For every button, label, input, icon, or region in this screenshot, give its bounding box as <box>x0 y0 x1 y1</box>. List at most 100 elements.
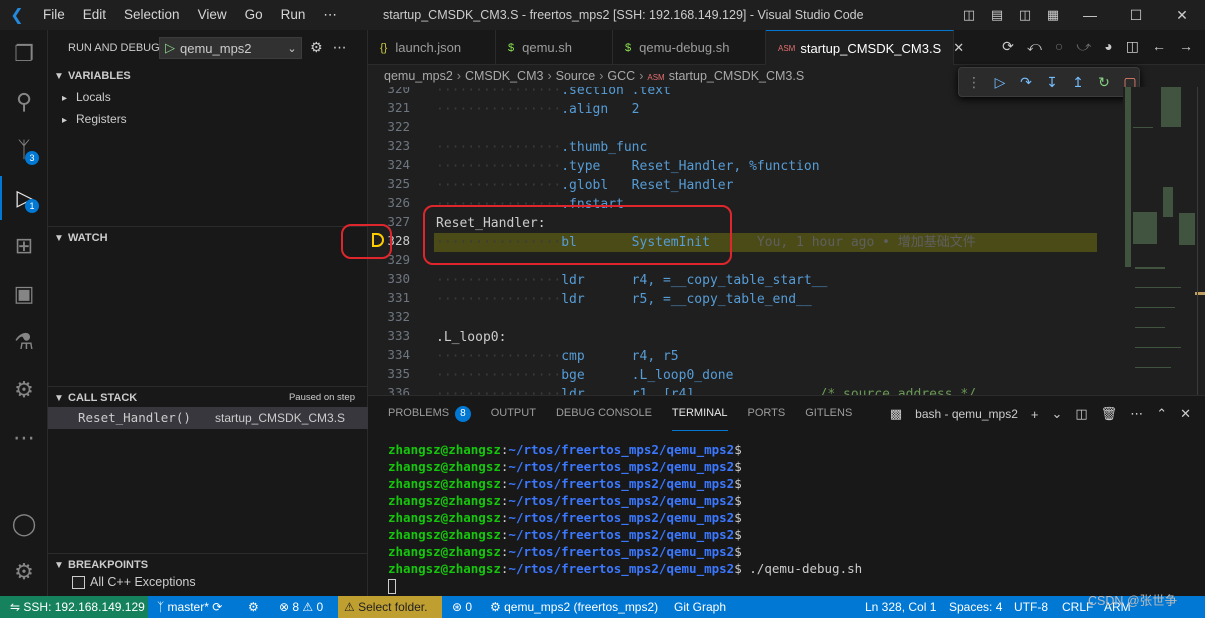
split-terminal-icon[interactable]: ◫ <box>1075 406 1087 422</box>
breadcrumb-item[interactable]: CMSDK_CM3 <box>465 69 544 83</box>
tab-launch-json[interactable]: {} launch.json <box>368 30 496 65</box>
tab-output[interactable]: OUTPUT <box>491 396 536 431</box>
menu-file[interactable]: File <box>34 0 74 30</box>
breadcrumb-item[interactable]: qemu_mps2 <box>384 69 453 83</box>
callstack-section-header[interactable]: ▼ CALL STACK Paused on step <box>48 386 368 408</box>
toggle-secondary-sidebar-icon[interactable]: ◫ <box>1011 7 1039 23</box>
debug-config-status[interactable]: ⚙ qemu_mps2 (freertos_mps2) <box>490 596 658 618</box>
search-icon[interactable]: ⚲ <box>0 80 48 124</box>
debug-config-select[interactable]: ▷ qemu_mps2 ⌄ <box>159 37 302 59</box>
new-terminal-icon[interactable]: + <box>1031 407 1039 422</box>
select-folder-status[interactable]: ⚠ Select folder. <box>338 596 442 618</box>
minimap[interactable] <box>1123 87 1205 395</box>
step-over-icon[interactable]: ↷ <box>1017 74 1035 91</box>
terminal-output[interactable]: zhangsz@zhangsz:~/rtos/freertos_mps2/qem… <box>388 441 862 594</box>
ports-status[interactable]: ⊛ 0 <box>452 596 472 618</box>
breadcrumb-item[interactable]: GCC <box>607 69 635 83</box>
start-debugging-icon[interactable]: ▷ <box>160 40 180 56</box>
menu-view[interactable]: View <box>189 0 236 30</box>
callstack-frame[interactable]: Reset_Handler() startup_CMSDK_CM3.S <box>48 407 368 429</box>
breakpoints-section-header[interactable]: ▼ BREAKPOINTS <box>48 553 368 575</box>
kill-terminal-trash-icon[interactable]: 🗑 <box>1101 406 1118 422</box>
timeline-history-icon[interactable]: ⟳ <box>1002 38 1014 55</box>
json-file-icon: {} <box>380 41 388 54</box>
containers-icon[interactable]: ⚙ <box>0 368 48 412</box>
explorer-icon[interactable]: ❐ <box>0 32 48 76</box>
line-number: 332 <box>387 309 410 324</box>
more-actions-icon[interactable]: ⋯ <box>1130 406 1143 422</box>
navigate-back-icon[interactable]: ← <box>1152 38 1166 55</box>
minimize-button[interactable]: — <box>1067 7 1113 23</box>
navigate-forward-icon[interactable]: → <box>1179 38 1193 55</box>
tree-item-registers[interactable]: ▸ Registers <box>62 112 127 126</box>
source-control-icon[interactable]: ᛉ3 <box>0 128 48 172</box>
tab-debug-console[interactable]: DEBUG CONSOLE <box>556 396 652 431</box>
menu-run[interactable]: Run <box>272 0 315 30</box>
tab-startup-cmsdk[interactable]: ASM startup_CMSDK_CM3.S ✕ <box>766 30 964 65</box>
close-panel-icon[interactable]: ✕ <box>1180 406 1191 422</box>
debug-attach-icon[interactable]: ⚙ <box>248 596 259 618</box>
menu-selection[interactable]: Selection <box>115 0 189 30</box>
breadcrumb-item[interactable]: startup_CMSDK_CM3.S <box>669 69 804 83</box>
open-launch-json-gear-icon[interactable]: ⚙ <box>310 39 323 56</box>
more-views-icon[interactable]: ⋯ <box>0 416 48 460</box>
tab-qemu-sh[interactable]: $ qemu.sh <box>496 30 613 65</box>
gitlens-icon[interactable]: ◕ <box>1104 38 1112 55</box>
tab-terminal[interactable]: TERMINAL <box>671 396 728 431</box>
manage-gear-icon[interactable]: ⚙ <box>0 550 48 594</box>
warning-icon: ⚠ <box>302 600 317 614</box>
indentation[interactable]: Spaces: 4 <box>949 596 1002 618</box>
accounts-icon[interactable]: ◯ <box>0 502 48 546</box>
drag-handle-icon[interactable]: ⋮ <box>965 74 983 91</box>
variables-section-header[interactable]: ▼ VARIABLES <box>48 65 368 87</box>
menu-more[interactable]: ⋯ <box>314 0 346 30</box>
maximize-panel-icon[interactable]: ⌃ <box>1156 406 1167 422</box>
breakpoint-checkbox[interactable] <box>72 575 85 589</box>
menu-edit[interactable]: Edit <box>74 0 115 30</box>
problems-status[interactable]: ⊗ 8 ⚠ 0 <box>279 596 323 618</box>
close-window-button[interactable]: ✕ <box>1159 7 1205 24</box>
step-out-icon[interactable]: ↥ <box>1069 74 1087 91</box>
chevron-down-icon[interactable]: ⌄ <box>1051 406 1062 422</box>
restart-icon[interactable]: ↻ <box>1095 74 1113 91</box>
remote-indicator[interactable]: ⇋ SSH: 192.168.149.129 <box>0 596 148 618</box>
close-tab-icon[interactable]: ✕ <box>953 40 964 56</box>
chevron-down-icon[interactable]: ⌄ <box>283 42 301 55</box>
extensions-icon[interactable]: ⊞ <box>0 224 48 268</box>
run-debug-icon[interactable]: ▷ 1 <box>0 176 48 220</box>
tab-ports[interactable]: PORTS <box>748 396 786 431</box>
watch-section-header[interactable]: ▼ WATCH <box>48 226 368 248</box>
tree-item-locals[interactable]: ▸ Locals <box>62 90 111 104</box>
code-text: .thumb_func <box>561 140 648 155</box>
git-graph-status[interactable]: Git Graph <box>674 596 726 618</box>
next-change-icon[interactable]: ⤻ <box>1076 38 1091 55</box>
line-number: 334 <box>387 347 410 362</box>
breadcrumb-item[interactable]: Source <box>556 69 596 83</box>
shell-file-icon: $ <box>625 41 632 54</box>
editor-actions: ⟳ ⤺ ○ ⤻ ◕ ◫ ← → <box>1002 38 1193 55</box>
tab-label: startup_CMSDK_CM3.S <box>800 40 942 56</box>
git-branch[interactable]: ᛉ master* ⟳ <box>157 596 222 618</box>
toggle-panel-icon[interactable]: ▤ <box>983 7 1011 23</box>
remote-icon: ⇋ <box>10 600 24 614</box>
toggle-primary-sidebar-icon[interactable]: ◫ <box>955 7 983 23</box>
menu-go[interactable]: Go <box>236 0 272 30</box>
tab-gitlens[interactable]: GITLENS <box>805 396 852 431</box>
git-commit-icon[interactable]: ○ <box>1055 38 1063 55</box>
customize-layout-icon[interactable]: ▦ <box>1039 7 1067 23</box>
terminal-shell-name[interactable]: bash - qemu_mps2 <box>915 407 1018 421</box>
continue-icon[interactable]: ▷ <box>991 74 1009 91</box>
maximize-button[interactable]: ☐ <box>1113 7 1159 24</box>
remote-explorer-icon[interactable]: ▣ <box>0 272 48 316</box>
testing-icon[interactable]: ⚗ <box>0 320 48 364</box>
encoding[interactable]: UTF-8 <box>1014 596 1048 618</box>
step-into-icon[interactable]: ↧ <box>1043 74 1061 91</box>
more-actions-icon[interactable]: ⋯ <box>333 39 347 56</box>
title-bar: ❮ File Edit Selection View Go Run ⋯ star… <box>0 0 1205 30</box>
cursor-position[interactable]: Ln 328, Col 1 <box>865 596 936 618</box>
tab-qemu-debug-sh[interactable]: $ qemu-debug.sh <box>613 30 766 65</box>
previous-change-icon[interactable]: ⤺ <box>1027 38 1042 55</box>
tab-problems[interactable]: PROBLEMS 8 <box>388 396 471 431</box>
code-line: .L_loop0: <box>436 328 506 347</box>
split-editor-icon[interactable]: ◫ <box>1126 38 1139 55</box>
